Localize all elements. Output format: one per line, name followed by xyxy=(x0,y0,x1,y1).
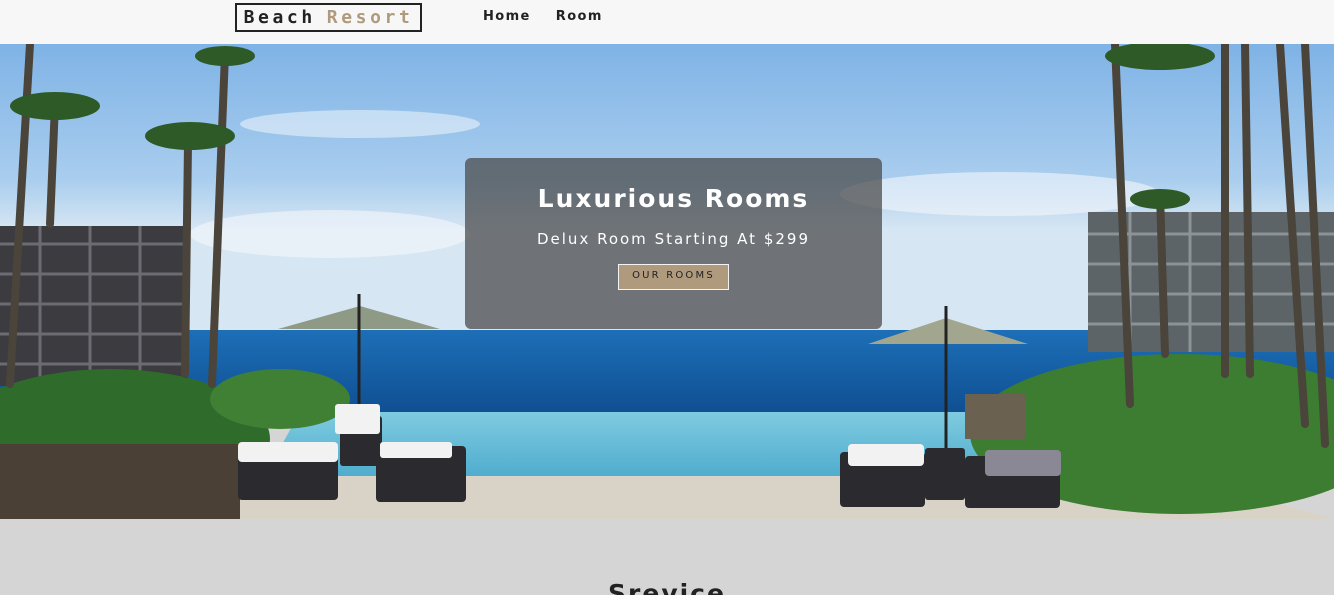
hero-subtitle: Delux Room Starting At $299 xyxy=(536,230,810,248)
services-section: Srevice xyxy=(0,519,1334,595)
our-rooms-button[interactable]: OUR ROOMS xyxy=(618,264,729,290)
navbar: Beach Resort Home Room xyxy=(0,0,1334,44)
nav-link-home[interactable]: Home xyxy=(483,9,531,24)
hero-section: Luxurious Rooms Delux Room Starting At $… xyxy=(0,44,1334,519)
hero-banner: Luxurious Rooms Delux Room Starting At $… xyxy=(465,158,882,329)
nav-links: Home Room xyxy=(483,9,628,24)
logo-word-resort: Resort xyxy=(326,7,414,28)
hero-title: Luxurious Rooms xyxy=(537,184,810,213)
logo[interactable]: Beach Resort xyxy=(235,3,422,32)
services-title: Srevice xyxy=(608,579,726,595)
nav-link-room[interactable]: Room xyxy=(556,9,603,24)
logo-word-beach: Beach xyxy=(243,7,316,28)
